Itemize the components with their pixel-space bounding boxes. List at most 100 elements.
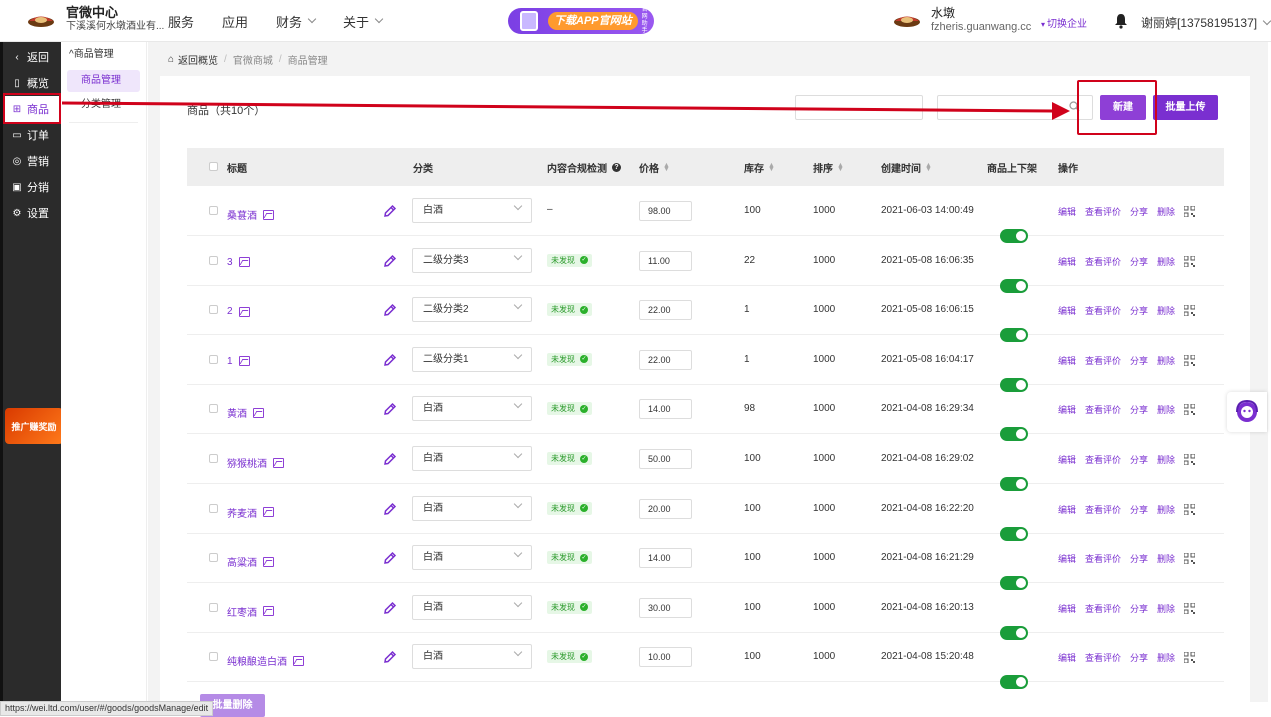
edit-pencil-icon[interactable] (383, 353, 397, 367)
row-checkbox[interactable] (209, 255, 218, 265)
edit-pencil-icon[interactable] (383, 502, 397, 516)
image-icon[interactable] (238, 306, 250, 317)
qrcode-icon[interactable] (1184, 553, 1196, 565)
row-checkbox[interactable] (209, 454, 218, 463)
price-input[interactable]: 20.00 (639, 498, 692, 519)
qrcode-icon[interactable] (1184, 503, 1196, 515)
row-checkbox[interactable] (209, 404, 218, 414)
goods-title-link[interactable]: 桑葚酒 (227, 207, 274, 222)
view-reviews-link[interactable]: 查看评价 (1085, 651, 1121, 664)
category-filter-input[interactable] (795, 95, 923, 120)
price-input[interactable]: 10.00 (639, 647, 692, 668)
category-select[interactable]: 二级分类2 (412, 297, 532, 323)
row-checkbox[interactable] (209, 652, 218, 662)
goods-title-link[interactable]: 猕猴桃酒 (227, 455, 284, 470)
edit-link[interactable]: 编辑 (1058, 602, 1076, 615)
qrcode-icon[interactable] (1184, 354, 1196, 366)
view-reviews-link[interactable]: 查看评价 (1085, 205, 1121, 218)
delete-link[interactable]: 删除 (1157, 205, 1175, 218)
image-icon[interactable] (263, 556, 274, 567)
row-checkbox[interactable] (209, 206, 218, 215)
edit-pencil-icon[interactable] (383, 551, 397, 565)
goods-title-link[interactable]: 1 (227, 356, 250, 367)
price-input[interactable]: 11.00 (639, 250, 692, 271)
subnav-heading[interactable]: ^商品管理 (61, 42, 146, 68)
breadcrumb-item[interactable]: 官微商城 (233, 52, 273, 67)
image-icon[interactable] (238, 356, 250, 367)
nav-item-service[interactable]: 服务 (168, 12, 194, 31)
view-reviews-link[interactable]: 查看评价 (1085, 304, 1121, 317)
shelf-toggle[interactable] (1000, 675, 1028, 690)
category-select[interactable]: 白酒 (412, 644, 532, 670)
view-reviews-link[interactable]: 查看评价 (1085, 453, 1121, 466)
goods-title-link[interactable]: 2 (227, 306, 250, 317)
category-select[interactable]: 白酒 (412, 495, 532, 521)
delete-link[interactable]: 删除 (1157, 255, 1175, 268)
header-sort[interactable]: 排序 ▲ ▼ (813, 160, 844, 176)
image-icon[interactable] (263, 507, 274, 518)
delete-link[interactable]: 删除 (1157, 304, 1175, 317)
edit-pencil-icon[interactable] (383, 254, 397, 268)
edit-link[interactable]: 编辑 (1058, 503, 1076, 516)
image-icon[interactable] (253, 407, 264, 418)
edit-pencil-icon[interactable] (383, 601, 397, 615)
edit-pencil-icon[interactable] (383, 204, 397, 218)
qrcode-icon[interactable] (1184, 454, 1196, 465)
edit-link[interactable]: 编辑 (1058, 255, 1076, 268)
select-all-checkbox[interactable] (209, 162, 218, 171)
download-app-banner[interactable]: 下载APP官网站 官网助手 (508, 7, 654, 34)
share-link[interactable]: 分享 (1130, 453, 1148, 466)
sidebar-item-back[interactable]: ‹ 返回 (3, 44, 61, 70)
goods-title-link[interactable]: 黄酒 (227, 405, 264, 420)
subnav-item-goods-manage[interactable]: 商品管理 (67, 70, 140, 92)
qrcode-icon[interactable] (1184, 404, 1196, 416)
view-reviews-link[interactable]: 查看评价 (1085, 552, 1121, 565)
category-select[interactable]: 白酒 (412, 545, 532, 571)
share-link[interactable]: 分享 (1130, 304, 1148, 317)
edit-link[interactable]: 编辑 (1058, 205, 1076, 218)
view-reviews-link[interactable]: 查看评价 (1085, 403, 1121, 416)
goods-title-link[interactable]: 高粱酒 (227, 554, 274, 569)
category-select[interactable]: 二级分类1 (412, 346, 532, 372)
nav-item-apps[interactable]: 应用 (222, 12, 248, 31)
category-select[interactable]: 白酒 (412, 198, 532, 223)
price-input[interactable]: 14.00 (639, 548, 692, 569)
nav-item-finance[interactable]: 财务 (276, 12, 317, 31)
switch-enterprise-link[interactable]: 切换企业 (1041, 15, 1087, 30)
image-icon[interactable] (263, 606, 274, 617)
share-link[interactable]: 分享 (1130, 205, 1148, 218)
edit-pencil-icon[interactable] (383, 402, 397, 416)
qrcode-icon[interactable] (1184, 652, 1196, 664)
qrcode-icon[interactable] (1184, 602, 1196, 614)
sidebar-item-distribution[interactable]: ▣ 分销 (3, 174, 61, 200)
price-input[interactable]: 30.00 (639, 597, 692, 618)
price-input[interactable]: 22.00 (639, 300, 692, 321)
edit-link[interactable]: 编辑 (1058, 354, 1076, 367)
edit-pencil-icon[interactable] (383, 452, 397, 466)
category-select[interactable]: 白酒 (412, 594, 532, 620)
category-select[interactable]: 二级分类3 (412, 247, 532, 273)
image-icon[interactable] (293, 655, 304, 666)
nav-item-about[interactable]: 关于 (343, 12, 384, 31)
price-input[interactable]: 14.00 (639, 399, 692, 420)
price-input[interactable]: 98.00 (639, 201, 692, 221)
image-icon[interactable] (273, 457, 284, 468)
delete-link[interactable]: 删除 (1157, 651, 1175, 664)
breadcrumb-home[interactable]: 返回概览 (178, 52, 218, 67)
header-stock[interactable]: 库存 ▲ ▼ (744, 160, 775, 176)
price-input[interactable]: 50.00 (639, 449, 692, 469)
sidebar-item-settings[interactable]: ⚙ 设置 (3, 200, 61, 226)
delete-link[interactable]: 删除 (1157, 403, 1175, 416)
view-reviews-link[interactable]: 查看评价 (1085, 602, 1121, 615)
row-checkbox[interactable] (209, 602, 218, 612)
bulk-upload-button[interactable]: 批量上传 (1153, 95, 1218, 120)
goods-title-link[interactable]: 红枣酒 (227, 604, 274, 619)
edit-pencil-icon[interactable] (383, 303, 397, 317)
image-icon[interactable] (238, 257, 250, 268)
help-icon[interactable]: ? (612, 163, 621, 172)
price-input[interactable]: 22.00 (639, 349, 692, 370)
sidebar-item-marketing[interactable]: ◎ 营销 (3, 148, 61, 174)
qrcode-icon[interactable] (1184, 305, 1196, 317)
share-link[interactable]: 分享 (1130, 403, 1148, 416)
header-price[interactable]: 价格 ▲ ▼ (639, 160, 670, 176)
